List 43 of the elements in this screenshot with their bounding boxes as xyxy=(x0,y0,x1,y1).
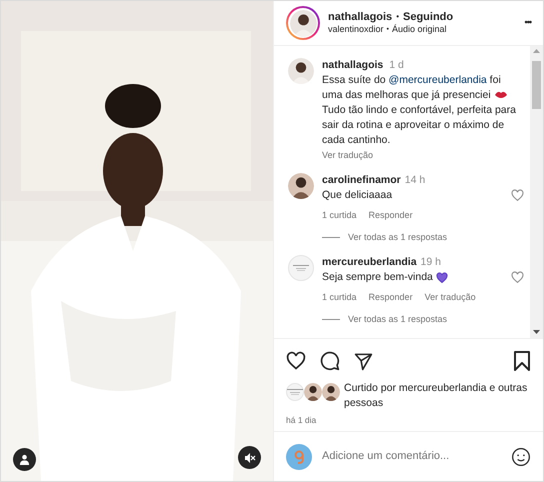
separator-dot: • xyxy=(396,12,399,22)
comment-icon[interactable] xyxy=(320,351,340,371)
view-replies-link[interactable]: Ver todas as 1 respostas xyxy=(348,312,448,327)
avatar[interactable] xyxy=(288,58,314,84)
audio-author-link[interactable]: valentinoxdior xyxy=(328,24,384,36)
scrollbar-thumb[interactable] xyxy=(532,61,541,109)
likes-summary[interactable]: Curtido por mercureuberlandia e outras pessoas xyxy=(344,381,531,411)
avatar[interactable] xyxy=(288,173,314,199)
avatar[interactable] xyxy=(322,383,340,401)
comment-time: 19 h xyxy=(420,255,441,270)
comment-text: Que deliciaaaa xyxy=(322,188,392,203)
comment-time: 1 d xyxy=(389,58,404,73)
muted-speaker-icon xyxy=(244,452,256,464)
username-link[interactable]: nathallagois xyxy=(322,58,384,73)
post-timestamp: há 1 dia xyxy=(285,414,318,427)
bookmark-icon[interactable] xyxy=(513,351,531,371)
comment-time: 14 h xyxy=(404,173,426,188)
more-options-button[interactable]: ••• xyxy=(524,16,531,30)
share-icon[interactable] xyxy=(354,352,373,370)
like-heart-icon[interactable] xyxy=(286,351,306,371)
reply-link[interactable]: Responder xyxy=(368,290,413,305)
comment-text: Seja sempre bem-vinda xyxy=(322,270,433,285)
logo-icon xyxy=(293,450,305,464)
follow-status[interactable]: Seguindo xyxy=(403,10,454,24)
likes-count[interactable]: 1 curtida xyxy=(322,290,357,305)
translate-link[interactable]: Ver tradução xyxy=(424,290,476,305)
username-link[interactable]: nathallagois xyxy=(328,10,392,24)
scroll-down-arrow-icon[interactable] xyxy=(533,330,540,335)
username-link[interactable]: mercureuberlandia xyxy=(322,255,417,270)
caption-text: Essa suíte do @mercureuberlandia foi uma das melhoras que já presenciei Tudo tão lindo e confortável, perfeita para sair da rotina e aproveitar o máximo de cada cantinho. xyxy=(322,73,517,148)
comment-input-field[interactable]: Adicione um comentário... xyxy=(322,448,501,465)
view-replies-link[interactable]: Ver todas as 1 respostas xyxy=(348,230,448,245)
translate-link[interactable]: Ver tradução xyxy=(322,148,374,163)
username-link[interactable]: carolinefinamor xyxy=(322,173,401,188)
person-icon xyxy=(19,454,30,465)
heart-emoji-icon[interactable] xyxy=(436,272,448,284)
reply-link[interactable]: Responder xyxy=(368,208,413,223)
lips-icon xyxy=(494,90,508,100)
emoji-icon[interactable] xyxy=(511,446,531,466)
mention-link[interactable]: @mercureuberlandia xyxy=(388,74,487,86)
avatar[interactable] xyxy=(304,383,322,401)
audio-link[interactable]: Áudio original xyxy=(392,24,447,36)
likes-count[interactable]: 1 curtida xyxy=(322,208,357,223)
